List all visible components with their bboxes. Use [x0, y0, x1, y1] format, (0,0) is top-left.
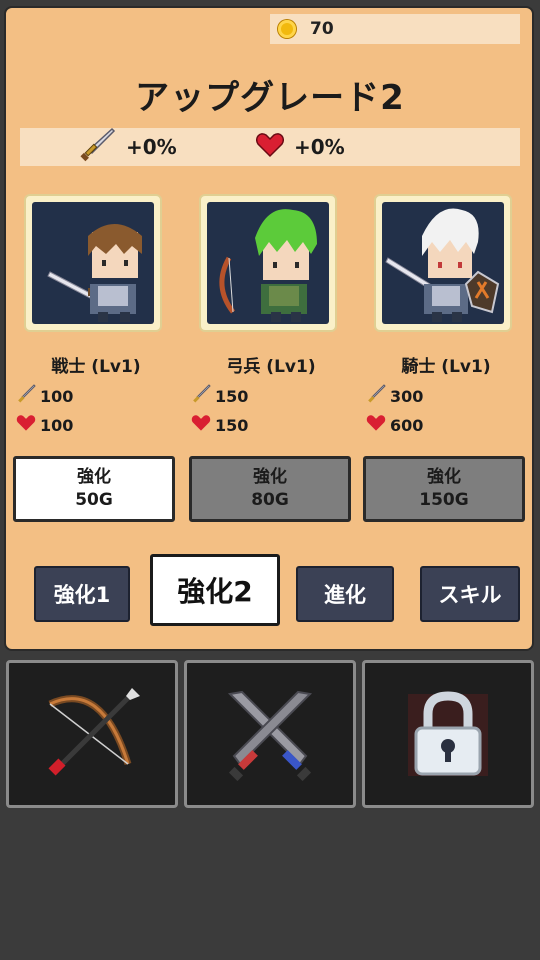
hp-bonus: +0% [255, 132, 345, 162]
nav-battle[interactable] [184, 660, 356, 808]
nav-locked[interactable] [362, 660, 534, 808]
unit-name: 戦士 (Lv1) [51, 357, 141, 377]
attack-value: 300 [390, 386, 424, 406]
knight-portrait [374, 194, 512, 332]
hp-value: 150 [215, 415, 249, 435]
hp-bonus-value: +0% [294, 135, 345, 159]
sword-icon [78, 126, 116, 168]
attack-value: 100 [40, 386, 74, 406]
warrior-attack: 100 [16, 384, 73, 408]
warrior-hp: 100 [16, 414, 73, 436]
attack-value: 150 [215, 386, 249, 406]
coin-icon [278, 20, 296, 38]
heart-icon [191, 414, 211, 436]
archer-sprite-icon [219, 209, 317, 322]
gold-display: 70 [270, 14, 520, 44]
bow-arrow-icon [48, 688, 140, 776]
upgrade-cost: 150G [419, 490, 469, 510]
sword-icon [191, 384, 211, 408]
tab-upgrade2[interactable]: 強化2 [150, 554, 280, 626]
unit-card-archer[interactable]: 弓兵 (Lv1) [199, 194, 343, 377]
attack-bonus: +0% [78, 126, 177, 168]
nav-bow[interactable] [6, 660, 178, 808]
lock-icon [408, 691, 488, 776]
bonus-summary: +0% +0% [20, 126, 520, 168]
heart-icon [16, 414, 36, 436]
archer-portrait [199, 194, 337, 332]
unit-name: 弓兵 (Lv1) [226, 357, 316, 377]
tab-upgrade1[interactable]: 強化1 [34, 566, 130, 622]
warrior-sprite-icon [47, 224, 142, 322]
tab-evolve[interactable]: 進化 [296, 566, 394, 622]
gold-amount: 70 [310, 19, 334, 39]
unit-card-knight[interactable]: 騎士 (Lv1) [374, 194, 518, 377]
tab-skill[interactable]: スキル [420, 566, 520, 622]
unit-card-warrior[interactable]: 戦士 (Lv1) [24, 194, 168, 377]
upgrade-label: 強化 [427, 467, 461, 488]
knight-sprite-icon [385, 208, 500, 322]
upgrade-archer-button[interactable]: 強化 80G [189, 456, 351, 522]
upgrade-cost: 50G [75, 490, 113, 510]
sword-icon [16, 384, 36, 408]
upgrade-cost: 80G [251, 490, 289, 510]
upgrade-label: 強化 [77, 467, 111, 488]
unit-name: 騎士 (Lv1) [401, 357, 491, 377]
hp-value: 100 [40, 415, 74, 435]
page-title: アップグレード2 [135, 78, 405, 118]
upgrade-label: 強化 [253, 467, 287, 488]
archer-attack: 150 [191, 384, 248, 408]
archer-hp: 150 [191, 414, 248, 436]
crossed-swords-icon [227, 690, 313, 782]
hp-value: 600 [390, 415, 424, 435]
knight-hp: 600 [366, 414, 423, 436]
heart-icon [255, 132, 285, 162]
heart-icon [366, 414, 386, 436]
upgrade-knight-button[interactable]: 強化 150G [363, 456, 525, 522]
upgrade-warrior-button[interactable]: 強化 50G [13, 456, 175, 522]
sword-icon [366, 384, 386, 408]
attack-bonus-value: +0% [126, 135, 177, 159]
warrior-portrait [24, 194, 162, 332]
knight-attack: 300 [366, 384, 423, 408]
